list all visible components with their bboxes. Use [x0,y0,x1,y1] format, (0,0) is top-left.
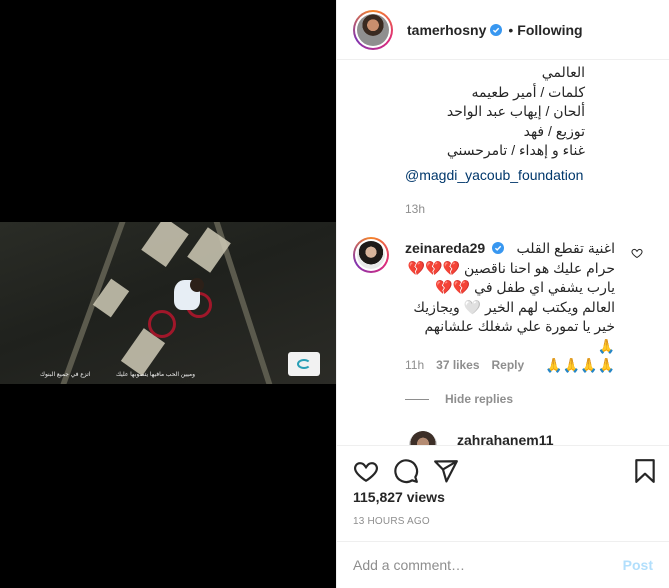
foundation-logo [288,352,320,376]
bike-wheel [148,310,176,338]
comments-section[interactable]: العالمي كلمات / أمير طعيمه ألحان / إيهاب… [337,61,669,445]
comment-meta: 11h 37 likes Reply [405,358,524,372]
reply-button[interactable]: Reply [492,358,525,372]
like-comment-heart-icon[interactable] [631,247,643,259]
comment-line: العالم ويكتب لهم الخير 🤍 ويجازيك [413,298,615,315]
post-button[interactable]: Post [623,557,653,573]
commenter-avatar[interactable] [353,237,389,273]
post-header: tamerhosny • Following [337,0,669,60]
author-username[interactable]: tamerhosny [407,22,486,38]
caption-line: كلمات / أمير طعيمه [471,83,585,100]
logo-mark-icon [297,359,311,369]
comment-line: يارب يشفي اي طفل في 💔💔 [435,279,615,295]
caption-line: توزيع / فهد [523,122,585,139]
comment-timestamp[interactable]: 11h [405,358,424,372]
verified-badge-icon [492,242,505,254]
video-caption-right: وميين الحب مافيها يتصوبها عليك [116,372,196,378]
header-separator: • [508,21,514,38]
like-heart-icon[interactable] [353,458,379,484]
comment-form: Post [337,541,669,588]
floor-tile [141,222,189,267]
save-bookmark-icon[interactable] [632,458,658,484]
hide-replies-button[interactable]: Hide replies [405,392,513,406]
commenter-username[interactable]: zeinareda29 [405,240,485,256]
post-age[interactable]: 13 HOURS AGO [353,516,430,527]
rider-head [190,278,204,292]
reply-avatar[interactable] [409,431,437,445]
post-caption: العالمي كلمات / أمير طعيمه ألحان / إيهاب… [405,63,585,161]
video-player[interactable]: وميين الحب مافيها يتصوبها عليك اتزع في ج… [0,222,336,384]
following-button[interactable]: Following [517,22,582,38]
caption-line: العالمي [541,64,585,80]
floor-tile [187,227,231,273]
comment-line: حرام عليك هو احنا ناقصين 💔💔💔 [407,259,615,276]
hide-replies-label: Hide replies [445,392,514,406]
mention-link[interactable]: @magdi_yacoub_foundation [405,167,583,183]
comment-input[interactable] [353,557,623,573]
comment-text: zeinareda29 اغنية تقطع القلب حرام عليك ه… [405,239,615,376]
comment-likes[interactable]: 37 likes [436,358,479,372]
caption-line: غناء و إهداء / تامرحسني [446,142,585,158]
caption-timestamp[interactable]: 13h [405,202,425,216]
reply-username[interactable]: zahrahanem11 [457,432,554,445]
share-plane-icon[interactable] [433,458,459,484]
view-count[interactable]: 115,827 views [353,489,445,505]
post-panel: tamerhosny • Following العالمي كلمات / أ… [336,0,669,588]
video-caption-left: اتزع في جميع البنوك [40,372,91,378]
verified-badge-icon [490,23,503,36]
comment-bubble-icon[interactable] [393,458,419,484]
author-avatar[interactable] [353,9,393,50]
comment-line: اغنية تقطع القلب [516,240,615,256]
comment-line: خير يا تمورة علي شغلك علشانهم 🙏 [424,318,615,354]
caption-line: ألحان / إيهاب عبد الواحد [446,103,585,119]
post-media: وميين الحب مافيها يتصوبها عليك اتزع في ج… [0,0,336,588]
divider-line [405,398,429,400]
